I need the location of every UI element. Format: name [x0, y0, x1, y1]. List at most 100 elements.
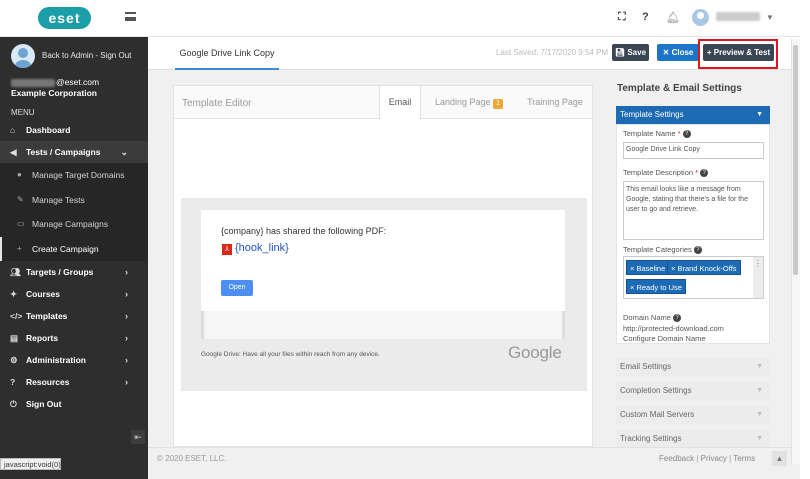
open-button[interactable]: Open	[221, 280, 253, 296]
main-content: Google Drive Link Copy Last Saved: 7/17/…	[148, 37, 800, 479]
sidebar-item-tests-campaigns[interactable]: ◀ Tests / Campaigns ⌄	[0, 141, 148, 163]
sidebar-item-label: Templates	[26, 311, 68, 321]
users-icon: 👥︎	[10, 267, 21, 277]
tracking-settings-section[interactable]: Tracking Settings ▼	[616, 430, 770, 447]
email-card: {company} has shared the following PDF: …	[201, 210, 565, 311]
template-editor-panel: Template Editor Email Landing Page 1 Tra…	[173, 85, 593, 447]
editor-title: Template Editor	[182, 98, 252, 109]
sidebar: Back to Admin - Sign Out @eset.com Examp…	[0, 37, 148, 479]
privacy-link[interactable]: Privacy	[701, 454, 727, 463]
sidebar-item-courses[interactable]: ✦ Courses ›	[0, 283, 148, 305]
sidebar-item-targets-groups[interactable]: 👥︎ Targets / Groups ›	[0, 261, 148, 283]
email-settings-section[interactable]: Email Settings ▼	[616, 358, 770, 376]
expand-icon[interactable]: ⛶	[618, 11, 626, 24]
sidebar-item-administration[interactable]: ⚙ Administration ›	[0, 349, 148, 371]
help-icon[interactable]: ?	[700, 169, 709, 178]
status-bar-url: javascript:void(0)	[0, 458, 61, 470]
google-logo: Google	[508, 343, 562, 362]
tab-email[interactable]: Email	[379, 86, 421, 120]
help-icon[interactable]: ?	[693, 246, 702, 255]
section-label: Template Settings	[620, 110, 684, 119]
copyright-text: © 2020 ESET, LLC.	[157, 454, 227, 463]
courses-icon: ✦	[10, 289, 18, 299]
chevron-down-icon[interactable]: ▼	[766, 13, 774, 22]
account-name-redacted	[11, 79, 55, 87]
help-icon[interactable]: ?	[642, 11, 649, 23]
template-categories-field[interactable]: × Baseline × Brand Knock-Offs × Ready to…	[623, 256, 764, 299]
bell-icon[interactable]: 🔔︎	[666, 11, 680, 24]
sidebar-item-manage-campaigns[interactable]: ▭ Manage Campaigns	[0, 212, 148, 237]
categories-scroll-icon[interactable]: ⋮	[753, 257, 763, 298]
completion-settings-section[interactable]: Completion Settings ▼	[616, 382, 770, 400]
template-name-label: Template Name * ?	[623, 129, 691, 139]
menu-header: MENU	[11, 108, 35, 117]
chevron-down-icon: ▼	[756, 363, 763, 370]
tab-google-drive-link-copy[interactable]: Google Drive Link Copy	[175, 37, 279, 70]
template-name-field[interactable]: Google Drive Link Copy	[623, 142, 764, 159]
wrench-icon: ✎	[17, 194, 24, 204]
collapse-sidebar-icon[interactable]: ⇤	[131, 430, 145, 444]
page-scrollbar-thumb[interactable]	[793, 45, 798, 275]
eset-logo[interactable]: eset	[38, 7, 91, 29]
reports-icon: ▤	[10, 333, 19, 343]
save-button[interactable]: 💾︎ Save	[612, 44, 649, 61]
sidebar-item-create-campaign[interactable]: + Create Campaign	[0, 236, 148, 261]
tab-landing-page[interactable]: Landing Page 1	[429, 86, 509, 120]
sidebar-item-reports[interactable]: ▤ Reports ›	[0, 327, 148, 349]
top-bar: eset ⛶ ? 🔔︎ ▼	[0, 0, 800, 37]
template-settings-panel: Template & Email Settings Template Setti…	[608, 70, 790, 447]
editor-header: Template Editor Email Landing Page 1 Tra…	[174, 86, 592, 120]
configure-domain-link[interactable]: Configure Domain Name	[623, 334, 706, 343]
close-label: Close	[671, 48, 694, 57]
chip-label: Baseline	[636, 264, 666, 273]
chevron-right-icon: ›	[125, 311, 128, 321]
category-chip[interactable]: × Baseline	[626, 260, 670, 275]
tab-training-page[interactable]: Training Page	[519, 86, 591, 120]
feedback-link[interactable]: Feedback	[659, 454, 694, 463]
user-avatar[interactable]	[692, 9, 709, 26]
chip-label: Brand Knock-Offs	[677, 264, 737, 273]
sidebar-item-label: Manage Tests	[32, 194, 85, 205]
sidebar-item-label: Manage Campaigns	[32, 219, 109, 229]
sidebar-item-sign-out[interactable]: ⏻ Sign Out	[0, 393, 148, 415]
sidebar-item-label: Manage Target Domains	[32, 170, 125, 180]
label-text: Template Name	[623, 129, 676, 138]
section-label: Completion Settings	[620, 386, 692, 395]
template-description-label: Template Description * ?	[623, 168, 709, 178]
panel-title: Template & Email Settings	[617, 83, 742, 94]
plus-icon: +	[17, 243, 22, 253]
back-to-admin-link[interactable]: Back to Admin - Sign Out	[42, 51, 131, 60]
template-settings-section-header[interactable]: Template Settings ▼	[616, 106, 770, 124]
template-description-field[interactable]: This email looks like a message from Goo…	[623, 181, 764, 240]
custom-mail-servers-section[interactable]: Custom Mail Servers ▼	[616, 406, 770, 424]
sidebar-item-dashboard[interactable]: ⌂ Dashboard	[0, 119, 148, 141]
user-name-redacted[interactable]	[716, 12, 760, 21]
account-info: @eset.com Example Corporation	[0, 77, 148, 107]
help-icon[interactable]: ?	[682, 130, 691, 139]
scroll-to-top-icon[interactable]: ▲	[772, 451, 787, 466]
close-button[interactable]: ✕ Close	[657, 44, 699, 61]
chevron-right-icon: ›	[125, 355, 128, 365]
terms-link[interactable]: Terms	[733, 454, 755, 463]
sidebar-item-label: Courses	[26, 289, 61, 299]
sidebar-item-resources[interactable]: ? Resources ›	[0, 371, 148, 393]
code-icon: </>	[10, 311, 23, 321]
label-text: Template Description	[623, 168, 694, 177]
globe-icon: ●	[17, 170, 22, 179]
hook-link[interactable]: {hook_link}	[235, 242, 289, 254]
category-chip[interactable]: × Ready to Use	[626, 279, 686, 294]
template-categories-label: Template Categories ?	[623, 245, 702, 255]
category-chip[interactable]: × Brand Knock-Offs	[667, 260, 741, 275]
chevron-down-icon: ⌄	[120, 147, 128, 157]
help-icon[interactable]: ?	[673, 314, 682, 323]
required-marker: *	[677, 129, 681, 138]
sidebar-item-templates[interactable]: </> Templates ›	[0, 305, 148, 327]
email-preview[interactable]: {company} has shared the following PDF: …	[181, 198, 587, 391]
sidebar-item-manage-target-domains[interactable]: ● Manage Target Domains	[0, 163, 148, 188]
section-label: Email Settings	[620, 362, 672, 371]
chevron-down-icon: ▼	[756, 411, 763, 418]
hamburger-menu-icon[interactable]	[125, 12, 136, 21]
sidebar-item-label: Create Campaign	[32, 243, 99, 254]
pdf-icon: ⅄	[222, 244, 232, 255]
sidebar-item-manage-tests[interactable]: ✎ Manage Tests	[0, 188, 148, 213]
